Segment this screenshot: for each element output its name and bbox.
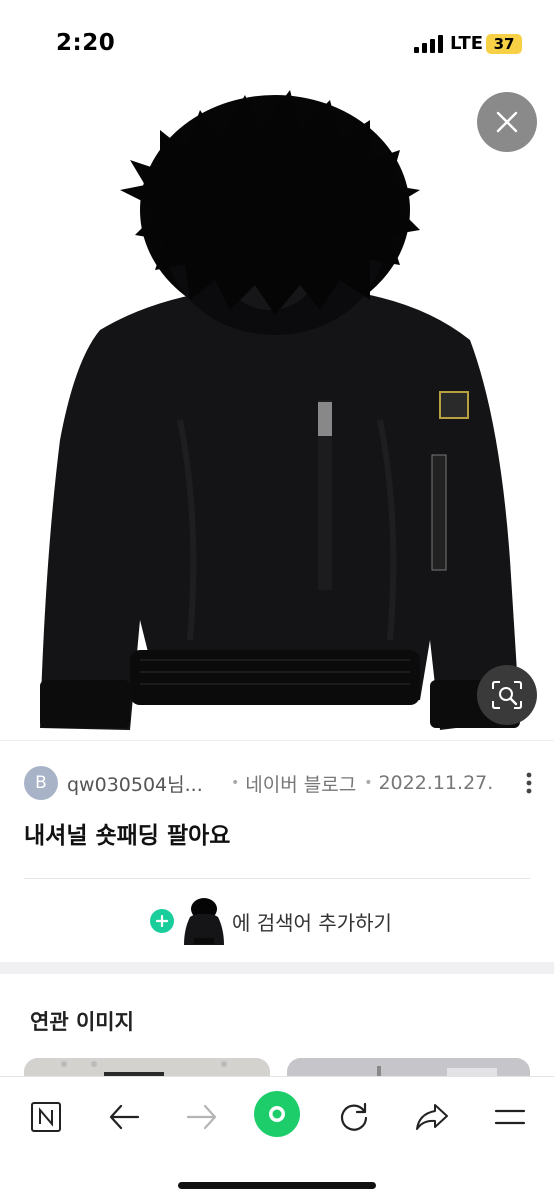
jacket-illustration [40,90,520,730]
separator: • [231,775,240,791]
more-options-icon[interactable] [524,769,534,797]
image-search-button[interactable] [477,665,537,725]
status-time: 2:20 [56,30,116,56]
forward-button[interactable] [182,1097,222,1137]
menu-icon [494,1109,526,1125]
post-date: 2022.11.27. [378,772,494,794]
signal-icon [414,35,443,53]
jacket-thumbnail [184,898,224,945]
network-label: LTE [450,33,484,54]
back-arrow-icon [109,1104,140,1130]
share-icon [416,1104,448,1130]
green-dot-button[interactable] [254,1091,300,1137]
close-button[interactable] [477,92,537,152]
refresh-button[interactable] [334,1097,374,1137]
home-indicator [178,1182,376,1189]
add-search-label: 에 검색어 추가하기 [232,910,392,935]
share-button[interactable] [412,1097,452,1137]
battery-indicator: 37 [486,34,522,54]
naver-home-icon [31,1102,61,1132]
status-bar: 2:20 LTE 37 [0,0,554,88]
separator: • [364,775,373,791]
divider [0,740,554,741]
plus-icon [150,909,174,933]
section-divider [0,962,554,974]
related-images-title: 연관 이미지 [30,1010,134,1034]
avatar: B [24,766,58,800]
green-dot-icon [269,1106,285,1122]
menu-button[interactable] [490,1097,530,1137]
divider [24,878,530,879]
source-name[interactable]: 네이버 블로그 [245,770,356,797]
author-name[interactable]: qw030504님... [67,770,227,797]
jacket-image[interactable] [0,0,554,740]
add-to-search-button[interactable]: 에 검색어 추가하기 [150,895,392,947]
source-row[interactable]: B qw030504님... • 네이버 블로그 • 2022.11.27. [24,766,534,800]
result-title[interactable]: 내셔널 숏패딩 팔아요 [24,816,230,850]
back-button[interactable] [104,1097,144,1137]
naver-home-button[interactable] [26,1097,66,1137]
image-search-icon [492,681,522,709]
forward-arrow-icon [186,1104,217,1130]
refresh-icon [340,1102,368,1131]
close-icon [496,111,518,133]
